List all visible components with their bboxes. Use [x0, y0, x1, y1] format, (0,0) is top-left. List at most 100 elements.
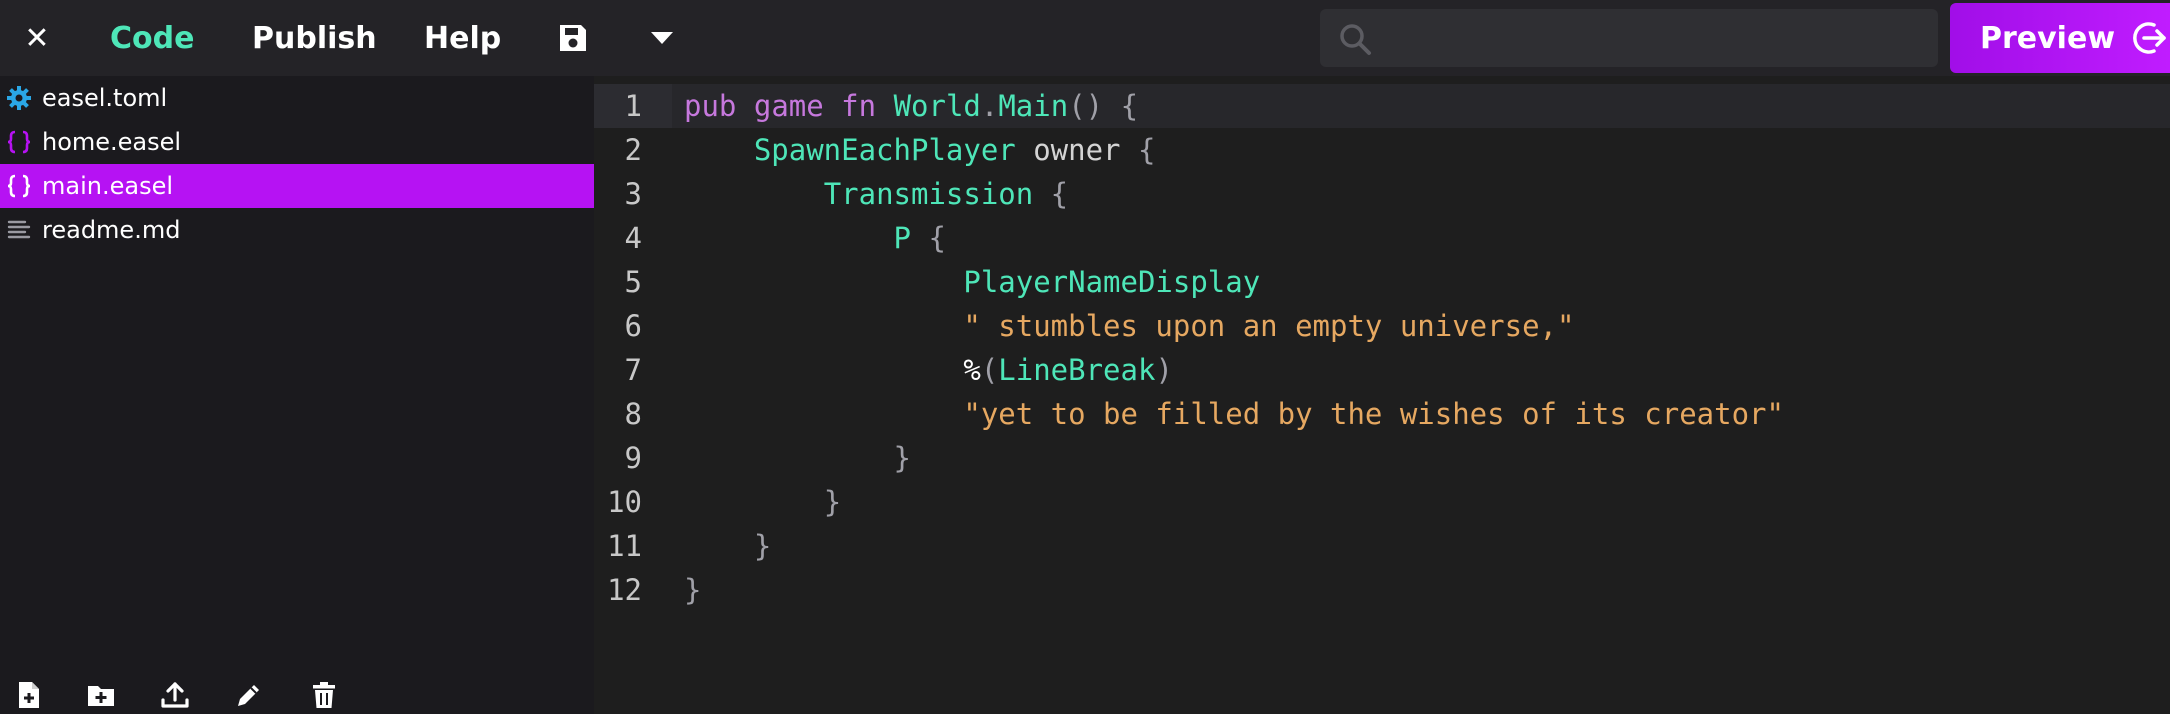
file-item-easel-toml[interactable]: easel.toml: [0, 76, 594, 120]
code-line[interactable]: 4 P {: [594, 216, 2170, 260]
tab-help[interactable]: Help: [424, 12, 501, 64]
code-token: %: [963, 353, 981, 387]
line-code: Transmission {: [684, 172, 1068, 216]
trash-icon[interactable]: [309, 680, 339, 710]
code-token: {: [928, 221, 946, 255]
code-token: {: [1050, 177, 1069, 211]
pencil-icon[interactable]: [234, 680, 264, 710]
line-number: 7: [624, 353, 642, 387]
close-button[interactable]: ✕: [20, 12, 54, 64]
line-code: }: [684, 524, 771, 568]
code-line[interactable]: 11 }: [594, 524, 2170, 568]
exit-arrow-icon: [2133, 22, 2166, 54]
text-lines-icon: [7, 220, 31, 239]
code-token: World: [893, 89, 981, 123]
new-file-icon[interactable]: [14, 680, 44, 710]
search-input[interactable]: [1384, 17, 1928, 61]
code-editor[interactable]: 1 pub game fn World.Main() {2 SpawnEachPl…: [594, 76, 2170, 714]
code-token: SpawnEachPlayer: [753, 133, 1016, 167]
caret-down-icon: [651, 32, 673, 44]
braces-icon: [7, 130, 31, 154]
code-token: ): [1155, 353, 1173, 387]
code-line[interactable]: 2 SpawnEachPlayer owner {: [594, 128, 2170, 172]
save-button[interactable]: [555, 12, 591, 64]
code-line[interactable]: 8 "yet to be filled by the wishes of its…: [594, 392, 2170, 436]
code-line[interactable]: 6 " stumbles upon an empty universe,": [594, 304, 2170, 348]
file-item-home-easel[interactable]: home.easel: [0, 120, 594, 164]
new-folder-icon[interactable]: [86, 680, 116, 710]
sidebar-toolbar: [0, 676, 594, 714]
code-line[interactable]: 7 %(LineBreak): [594, 348, 2170, 392]
line-number: 6: [624, 309, 642, 343]
code-token: fn: [841, 89, 877, 123]
code-line[interactable]: 10 }: [594, 480, 2170, 524]
tab-code-label: Code: [110, 20, 195, 56]
line-number: 9: [624, 441, 642, 475]
code-token: {: [1137, 133, 1156, 167]
line-number: 2: [624, 133, 642, 167]
preview-label: Preview: [1980, 20, 2116, 56]
line-code: "yet to be filled by the wishes of its c…: [684, 392, 1784, 436]
code-token: pub: [684, 89, 737, 123]
file-item-main-easel[interactable]: main.easel: [0, 164, 594, 208]
code-token: }: [753, 529, 772, 563]
file-item-readme-md[interactable]: readme.md: [0, 208, 594, 252]
line-code: }: [684, 436, 911, 480]
line-number: 3: [624, 177, 642, 211]
code-token: }: [893, 441, 911, 475]
line-code: }: [684, 480, 841, 524]
line-number: 5: [624, 265, 642, 299]
line-code: pub game fn World.Main() {: [684, 84, 1138, 128]
line-code: P {: [684, 216, 946, 260]
tab-help-label: Help: [424, 20, 502, 56]
code-token: owner: [1015, 133, 1138, 167]
line-code: %(LineBreak): [684, 348, 1173, 392]
code-token: (: [980, 353, 999, 387]
tab-code[interactable]: Code: [110, 12, 194, 64]
search-box[interactable]: [1320, 9, 1938, 67]
code-line[interactable]: 1 pub game fn World.Main() {: [594, 84, 2170, 128]
code-line[interactable]: 3 Transmission {: [594, 172, 2170, 216]
code-token: game: [753, 89, 824, 123]
code-line[interactable]: 12}: [594, 568, 2170, 612]
tab-publish[interactable]: Publish: [252, 12, 377, 64]
line-code: " stumbles upon an empty universe,": [684, 304, 1574, 348]
code-token: }: [823, 485, 842, 519]
editor-app: ✕ Code Publish Help Preview easel.toml h…: [0, 0, 2170, 714]
code-token: }: [684, 573, 702, 607]
code-token: " stumbles upon an empty universe,": [963, 309, 1575, 343]
close-icon: ✕: [24, 20, 50, 56]
search-icon: [1340, 24, 1371, 55]
line-code: SpawnEachPlayer owner {: [684, 128, 1156, 172]
top-toolbar: ✕ Code Publish Help Preview: [0, 0, 2170, 76]
braces-icon: [7, 174, 31, 198]
file-sidebar: easel.toml home.easel main.easel readme.…: [0, 76, 594, 714]
file-name: home.easel: [42, 128, 182, 156]
code-line[interactable]: 5 PlayerNameDisplay: [594, 260, 2170, 304]
file-name: easel.toml: [42, 84, 168, 112]
code-line[interactable]: 9 }: [594, 436, 2170, 480]
code-token: P: [893, 221, 911, 255]
floppy-disk-icon: [560, 25, 586, 51]
gear-icon: [7, 86, 31, 110]
code-token: Transmission: [823, 177, 1034, 211]
line-number: 4: [624, 221, 642, 255]
code-token: "yet to be filled by the wishes of its c…: [963, 397, 1784, 431]
tab-publish-label: Publish: [252, 20, 377, 56]
line-number: 10: [607, 485, 642, 519]
code-token: {: [1120, 89, 1139, 123]
upload-icon[interactable]: [160, 680, 190, 710]
preview-button[interactable]: Preview: [1950, 3, 2170, 73]
line-number: 8: [624, 397, 642, 431]
save-options-dropdown[interactable]: [648, 12, 676, 64]
